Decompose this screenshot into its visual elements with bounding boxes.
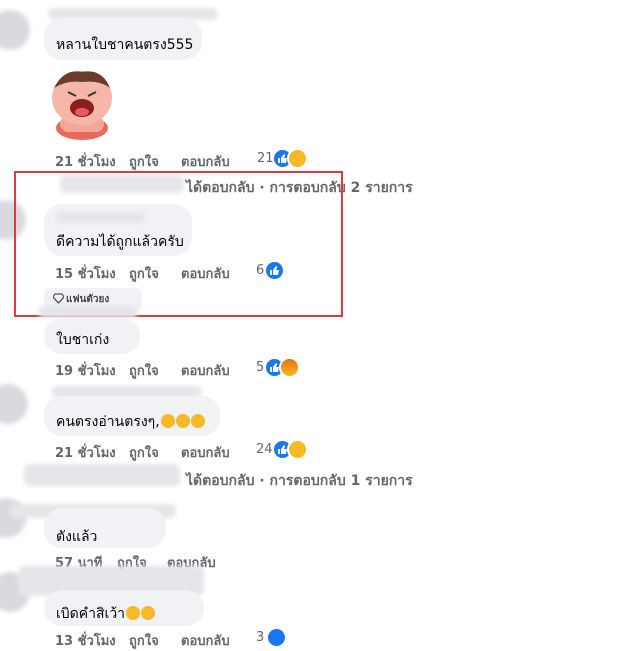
laughing-emoji-icon — [175, 414, 190, 428]
reply-button[interactable]: ตอบกลับ — [181, 630, 230, 651]
comment-text-body: เบิดคำสิเว้า — [56, 606, 126, 622]
comment-text: ใบชาเก่ง — [56, 332, 110, 348]
view-replies-link[interactable]: ได้ตอบกลับ · การตอบกลับ 1 รายการ — [186, 470, 413, 492]
avatar[interactable] — [0, 384, 28, 424]
reaction-count[interactable]: 24 — [256, 442, 273, 457]
reply-avatars-blurred — [24, 464, 180, 486]
highlight-box — [14, 171, 343, 317]
angry-reaction-icon — [279, 357, 300, 378]
comment-text: คนตรงอ่านตรงๆ, — [56, 411, 205, 433]
laughing-emoji-icon — [141, 606, 156, 620]
comment-time[interactable]: 21 ชั่วโมง — [55, 151, 116, 172]
comment-text: หลานใบชาคนตรง555 — [56, 37, 194, 53]
laughing-emoji-icon — [160, 414, 175, 428]
commenter-name-blurred[interactable] — [38, 306, 138, 318]
like-button[interactable]: ถูกใจ — [129, 630, 159, 651]
comment-time[interactable]: 19 ชั่วโมง — [55, 360, 116, 381]
comment-text-body: คนตรงอ่านตรงๆ, — [56, 414, 160, 430]
like-button[interactable]: ถูกใจ — [129, 442, 159, 463]
reply-button[interactable]: ตอบกลับ — [181, 442, 230, 463]
haha-reaction-icon — [287, 439, 308, 460]
like-button[interactable]: ถูกใจ — [129, 360, 159, 381]
comment-time[interactable]: 13 ชั่วโมง — [55, 630, 116, 651]
comment-text: ตังแล้ว — [56, 529, 98, 545]
laughing-emoji-icon — [126, 606, 141, 620]
comment-text: เบิดคำสิเว้า — [56, 603, 156, 625]
laughing-emoji-icon — [190, 414, 205, 428]
comment-time[interactable]: 21 ชั่วโมง — [55, 442, 116, 463]
sticker-image — [44, 68, 120, 142]
haha-reaction-icon — [287, 148, 308, 169]
reply-button[interactable]: ตอบกลับ — [181, 360, 230, 381]
avatar[interactable] — [0, 10, 30, 50]
reply-button[interactable]: ตอบกลับ — [181, 151, 230, 172]
like-button[interactable]: ถูกใจ — [129, 151, 159, 172]
